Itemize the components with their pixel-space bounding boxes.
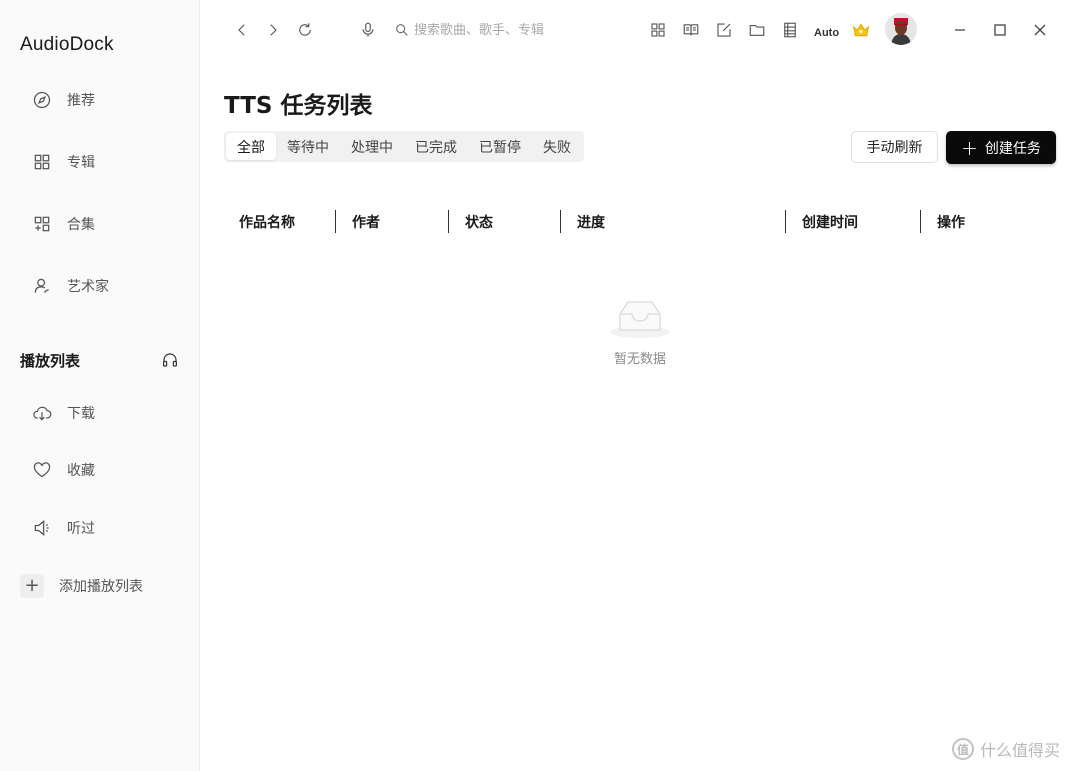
sidebar-item-collections[interactable]: 合集 — [20, 206, 180, 242]
minimize-button[interactable] — [948, 18, 972, 42]
voice-search-button[interactable] — [356, 18, 380, 42]
collection-icon — [20, 214, 64, 234]
plus-icon: + — [20, 574, 44, 598]
playlist-view-button[interactable] — [778, 18, 802, 42]
app-title: AudioDock — [20, 34, 114, 55]
sidebar-item-label: 听过 — [67, 521, 95, 537]
column-header-author: 作者 — [352, 215, 380, 231]
close-icon — [1034, 24, 1046, 36]
search-icon — [396, 24, 408, 36]
back-button[interactable] — [230, 18, 254, 42]
plus-icon: + — [961, 135, 978, 160]
column-header-actions: 操作 — [937, 215, 965, 231]
speaker-icon — [20, 518, 64, 538]
sidebar-item-label: 推荐 — [67, 93, 95, 109]
status-filter-tabs: 全部 等待中 处理中 已完成 已暂停 失败 — [224, 131, 584, 162]
sidebar-item-label: 艺术家 — [67, 279, 109, 295]
sidebar-item-downloads[interactable]: 下载 — [20, 395, 180, 431]
column-resizer[interactable] — [785, 210, 786, 233]
heart-icon — [20, 460, 64, 480]
crown-icon[interactable] — [851, 20, 871, 40]
add-playlist-label: 添加播放列表 — [59, 579, 143, 595]
refresh-button[interactable] — [293, 18, 317, 42]
avatar[interactable] — [885, 13, 917, 45]
sidebar-item-favorites[interactable]: 收藏 — [20, 452, 180, 488]
column-resizer[interactable] — [335, 210, 336, 233]
grid-icon — [20, 152, 64, 172]
empty-state-text: 暂无数据 — [613, 352, 666, 367]
close-button[interactable] — [1028, 18, 1052, 42]
tab-paused[interactable]: 已暂停 — [468, 133, 532, 160]
folder-button[interactable] — [745, 18, 769, 42]
tab-completed[interactable]: 已完成 — [404, 133, 468, 160]
compass-icon — [20, 90, 64, 110]
film-strip-icon — [784, 22, 796, 38]
manual-refresh-button[interactable]: 手动刷新 — [851, 131, 938, 163]
sidebar-item-recommend[interactable]: 推荐 — [20, 82, 180, 118]
tab-processing[interactable]: 处理中 — [340, 133, 404, 160]
sidebar-item-artists[interactable]: 艺术家 — [20, 268, 180, 304]
sidebar-item-history[interactable]: 听过 — [20, 510, 180, 546]
create-task-label: 创建任务 — [984, 140, 1041, 157]
maximize-icon — [994, 24, 1006, 36]
tab-all[interactable]: 全部 — [226, 133, 276, 160]
column-header-status: 状态 — [465, 215, 493, 231]
chevron-left-icon — [238, 24, 245, 36]
refresh-icon — [299, 23, 311, 36]
auto-theme-toggle[interactable]: Auto — [814, 27, 839, 39]
forward-button[interactable] — [261, 18, 285, 42]
sidebar-item-albums[interactable]: 专辑 — [20, 144, 180, 180]
microphone-icon — [362, 22, 374, 37]
folder-icon — [749, 24, 765, 36]
cloud-download-icon — [20, 403, 64, 423]
page-title: TTS 任务列表 — [224, 93, 373, 119]
column-header-created-time: 创建时间 — [802, 215, 858, 231]
tab-waiting[interactable]: 等待中 — [276, 133, 340, 160]
headphones-icon[interactable] — [161, 351, 179, 369]
sidebar: AudioDock 推荐 专辑 合集 艺术家 播放列表 下载 收藏 听过 + 添… — [0, 0, 200, 771]
sidebar-item-label: 下载 — [67, 406, 95, 422]
empty-state: 暂无数据 — [540, 0, 740, 400]
chevron-right-icon — [270, 24, 277, 36]
watermark: 值 什么值得买 — [952, 737, 1060, 761]
column-resizer[interactable] — [448, 210, 449, 233]
maximize-button[interactable] — [988, 18, 1012, 42]
column-resizer[interactable] — [920, 210, 921, 233]
artist-icon — [20, 276, 64, 296]
sidebar-item-label: 收藏 — [67, 463, 95, 479]
watermark-text: 什么值得买 — [980, 741, 1061, 760]
watermark-logo-icon: 值 — [952, 738, 974, 760]
minimize-icon — [955, 29, 965, 31]
add-playlist-button[interactable]: + 添加播放列表 — [20, 573, 143, 599]
create-task-button[interactable]: + 创建任务 — [946, 131, 1056, 164]
sidebar-item-label: 专辑 — [67, 155, 95, 171]
sidebar-item-label: 合集 — [67, 217, 95, 233]
playlist-section-title: 播放列表 — [20, 352, 81, 370]
column-header-title: 作品名称 — [239, 215, 295, 231]
